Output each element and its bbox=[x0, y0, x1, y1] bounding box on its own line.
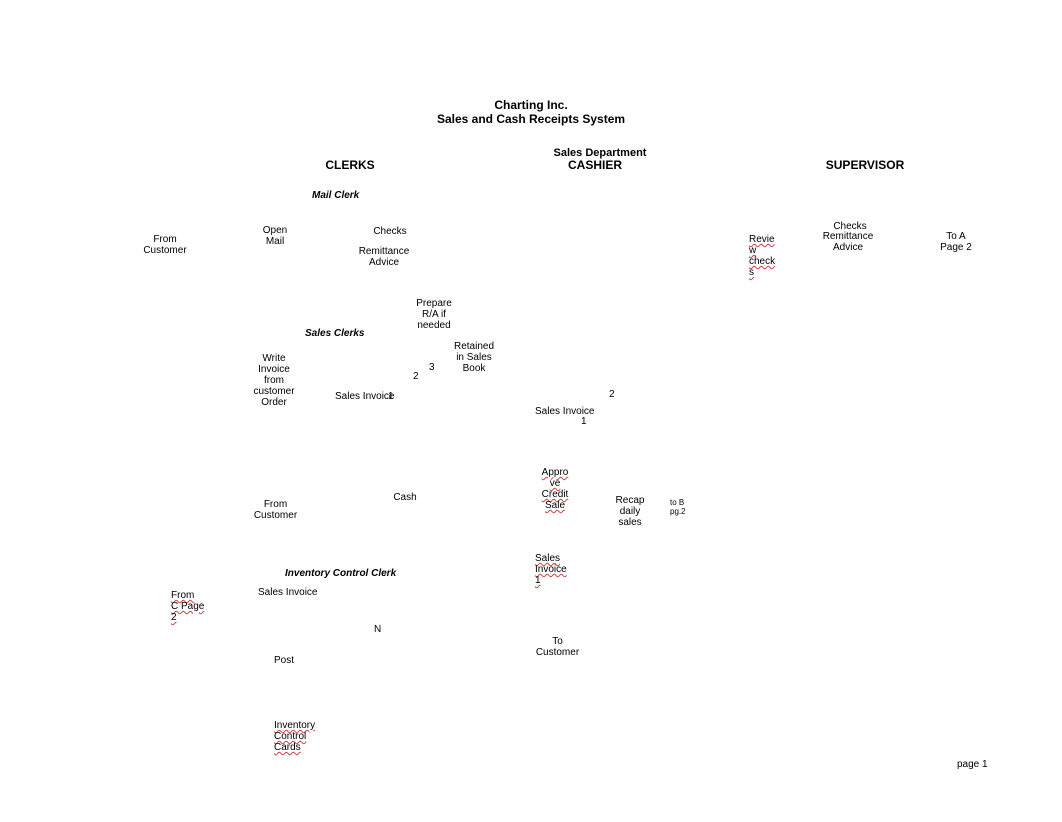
ca-to-b-pg2-num: 2 bbox=[681, 507, 685, 516]
mc-open-mail: Open Mail bbox=[250, 225, 300, 247]
title-line-2: Sales and Cash Receipts System bbox=[0, 112, 1062, 126]
ca-recap-daily-sales: Recap daily sales bbox=[610, 495, 650, 528]
ca-copy-2: 2 bbox=[609, 389, 615, 400]
subhead-mail-clerk: Mail Clerk bbox=[312, 190, 359, 201]
ic-inventory-control-cards: Inventory Control Cards bbox=[274, 720, 334, 753]
mc-checks: Checks bbox=[360, 226, 420, 237]
ca-approve-credit-sale: Appro ve Credit Sale bbox=[540, 467, 570, 511]
ca-sales-invoice-1: Sales Invoice 1 bbox=[535, 553, 573, 586]
ic-sales-invoice: Sales Invoice bbox=[258, 587, 317, 598]
su-review-checks: Revie w check s bbox=[749, 234, 773, 278]
col-cashier: CASHIER bbox=[540, 158, 650, 172]
title-line-1: Charting Inc. bbox=[0, 98, 1062, 112]
sc-copy-1: 1 bbox=[388, 391, 394, 402]
su-remittance-advice: Remittance Advice bbox=[812, 231, 884, 253]
footer-page: page 1 bbox=[957, 759, 988, 770]
ca-to-customer: To Customer bbox=[530, 636, 585, 658]
sc-cash: Cash bbox=[385, 492, 425, 503]
col-supervisor: SUPERVISOR bbox=[800, 158, 930, 172]
mc-from-customer: From Customer bbox=[130, 234, 200, 256]
ic-post: Post bbox=[274, 655, 294, 666]
col-clerks: CLERKS bbox=[280, 158, 420, 172]
mc-prepare-ra: Prepare R/A if needed bbox=[405, 298, 463, 331]
sc-copy-3: 3 bbox=[429, 362, 435, 373]
ic-from-c-page-2: From C Page 2 bbox=[171, 590, 211, 623]
title-block: Charting Inc. Sales and Cash Receipts Sy… bbox=[0, 98, 1062, 126]
sc-copy-2: 2 bbox=[413, 371, 419, 382]
ca-copy-1: 1 bbox=[581, 416, 587, 427]
subhead-inventory-clerk: Inventory Control Clerk bbox=[285, 568, 396, 579]
sc-retained: Retained in Sales Book bbox=[448, 341, 500, 374]
mc-remittance-advice: Remittance Advice bbox=[348, 246, 420, 268]
ic-n: N bbox=[374, 624, 381, 635]
subhead-sales-clerks: Sales Clerks bbox=[305, 328, 365, 339]
sc-from-customer: From Customer bbox=[248, 499, 303, 521]
sc-write-invoice: Write Invoice from customer Order bbox=[244, 353, 304, 408]
sc-sales-invoice-label: Sales Invoice bbox=[335, 391, 394, 402]
su-to-a-page-2: To A Page 2 bbox=[930, 231, 982, 253]
